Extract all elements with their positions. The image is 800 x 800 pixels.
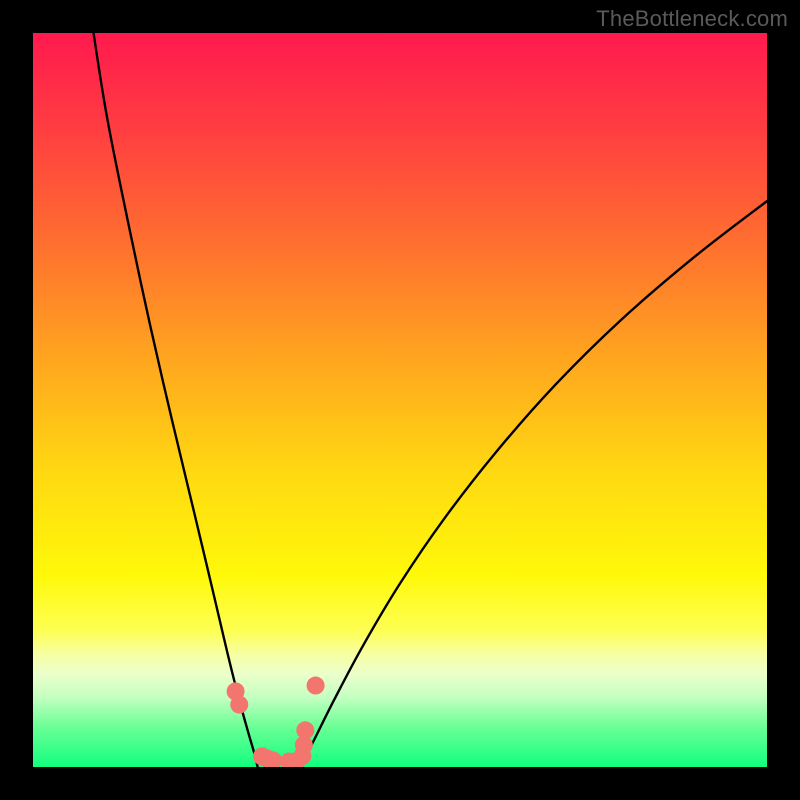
scatter-point [264, 751, 282, 769]
chart-frame: TheBottleneck.com [0, 0, 800, 800]
scatter-point [296, 721, 314, 739]
bottleneck-chart [0, 0, 800, 800]
scatter-point [230, 696, 248, 714]
plot-background [33, 33, 767, 767]
watermark-text: TheBottleneck.com [596, 6, 788, 32]
scatter-point [307, 677, 325, 695]
